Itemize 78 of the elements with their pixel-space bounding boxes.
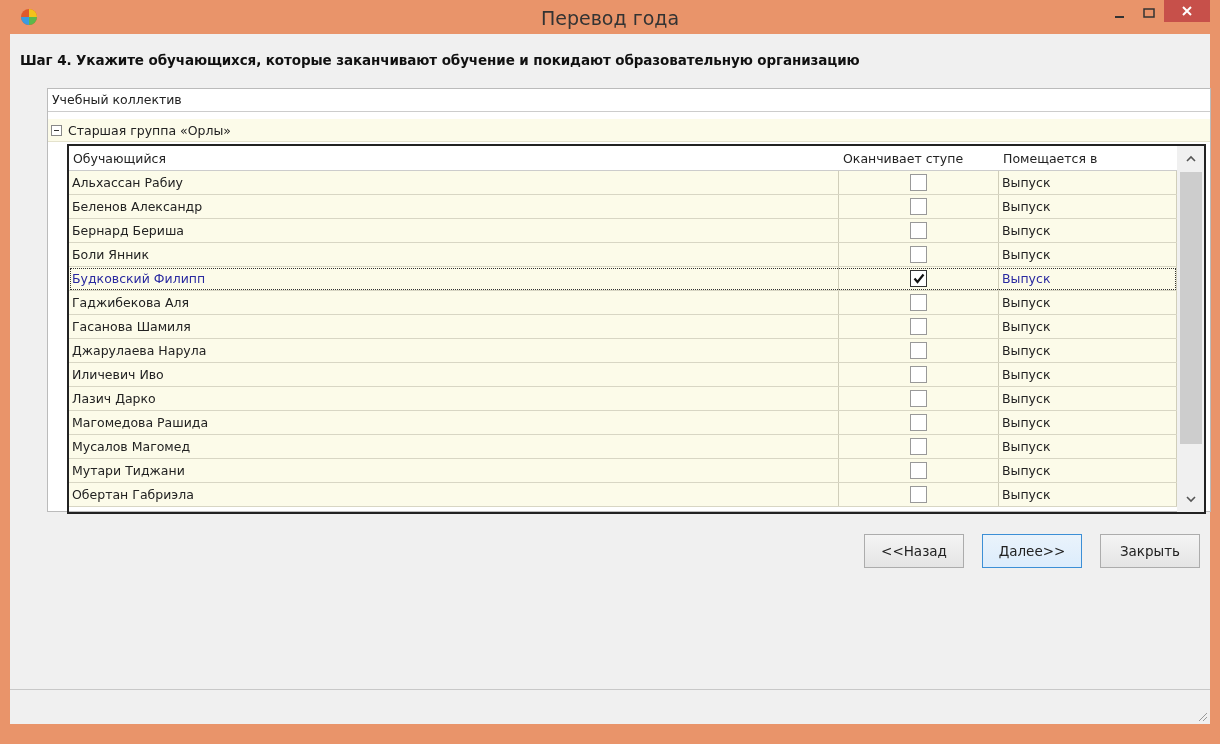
checkbox[interactable] — [910, 390, 927, 407]
student-name: Мусалов Магомед — [72, 439, 191, 454]
table-row[interactable]: Будковский Филипп Выпуск — [69, 267, 1177, 291]
student-name: Джарулаева Нарула — [72, 343, 207, 358]
app-logo-icon — [20, 8, 38, 26]
scroll-down-icon[interactable] — [1184, 494, 1197, 504]
student-name: Будковский Филипп — [72, 271, 206, 286]
destination-text: Выпуск — [1002, 199, 1051, 214]
checkbox[interactable] — [910, 438, 927, 455]
destination-text: Выпуск — [1002, 487, 1051, 502]
student-name: Лазич Дарко — [72, 391, 156, 406]
back-button[interactable]: <<Назад — [864, 534, 964, 568]
student-name: Обертан Габриэла — [72, 487, 194, 502]
destination-text: Выпуск — [1002, 415, 1051, 430]
minimize-icon — [1114, 16, 1124, 18]
maximize-icon — [1143, 8, 1155, 18]
column-header[interactable]: Обучающийся — [69, 146, 839, 170]
checkbox[interactable] — [910, 486, 927, 503]
destination-text: Выпуск — [1002, 463, 1051, 478]
checkbox[interactable] — [910, 414, 927, 431]
destination-text: Выпуск — [1002, 271, 1051, 286]
table-row[interactable]: Обертан Габриэла Выпуск — [69, 483, 1177, 507]
student-name: Альхассан Рабиу — [72, 175, 183, 190]
destination-text: Выпуск — [1002, 247, 1051, 262]
table-row[interactable]: Иличевич Иво Выпуск — [69, 363, 1177, 387]
destination-text: Выпуск — [1002, 439, 1051, 454]
destination-text: Выпуск — [1002, 223, 1051, 238]
close-icon — [1182, 6, 1192, 16]
table-row[interactable]: Бернард Бериша Выпуск — [69, 219, 1177, 243]
student-name: Беленов Александр — [72, 199, 203, 214]
checkmark-icon — [912, 273, 925, 284]
destination-text: Выпуск — [1002, 175, 1051, 190]
checkbox[interactable] — [910, 294, 927, 311]
next-button[interactable]: Далее>> — [982, 534, 1082, 568]
table-row[interactable]: Лазич Дарко Выпуск — [69, 387, 1177, 411]
checkbox[interactable] — [910, 366, 927, 383]
column-header: Учебный коллектив — [48, 89, 1210, 112]
close-dialog-button[interactable]: Закрыть — [1100, 534, 1200, 568]
scrollbar[interactable] — [1177, 146, 1204, 512]
checkbox[interactable] — [910, 222, 927, 239]
checkbox[interactable] — [910, 270, 927, 287]
column-header[interactable]: Помещается в — [999, 146, 1177, 170]
table-row[interactable]: Беленов Александр Выпуск — [69, 195, 1177, 219]
table-row[interactable]: Гаджибекова Аля Выпуск — [69, 291, 1177, 315]
table-row[interactable]: Гасанова Шамиля Выпуск — [69, 315, 1177, 339]
checkbox[interactable] — [910, 198, 927, 215]
group-label[interactable]: Старшая группа «Орлы» — [68, 122, 231, 138]
checkbox[interactable] — [910, 342, 927, 359]
table-row[interactable]: Мутари Тиджани Выпуск — [69, 459, 1177, 483]
checkbox[interactable] — [910, 174, 927, 191]
table-row[interactable]: Джарулаева Нарула Выпуск — [69, 339, 1177, 363]
step-heading: Шаг 4. Укажите обучающихся, которые заканчивают обучение и покидают образовательную организацию — [19, 51, 861, 70]
table-row[interactable]: Альхассан Рабиу Выпуск — [69, 171, 1177, 195]
destination-text: Выпуск — [1002, 319, 1051, 334]
table-row[interactable]: Магомедова Рашида Выпуск — [69, 411, 1177, 435]
close-button[interactable] — [1164, 0, 1210, 22]
destination-text: Выпуск — [1002, 367, 1051, 382]
column-header[interactable]: Оканчивает ступе — [839, 146, 999, 170]
student-name: Бернард Бериша — [72, 223, 184, 238]
collapse-toggle-icon[interactable] — [51, 124, 62, 136]
scroll-up-icon[interactable] — [1184, 154, 1197, 164]
scrollbar-thumb[interactable] — [1179, 172, 1202, 444]
table-row[interactable]: Мусалов Магомед Выпуск — [69, 435, 1177, 459]
window-title: Перевод года — [540, 7, 680, 29]
student-name: Иличевич Иво — [72, 367, 164, 382]
student-name: Гаджибекова Аля — [72, 295, 189, 310]
student-name: Боли Янник — [72, 247, 149, 262]
checkbox[interactable] — [910, 246, 927, 263]
resize-grip-icon — [1196, 710, 1208, 722]
student-name: Магомедова Рашида — [72, 415, 209, 430]
student-name: Гасанова Шамиля — [72, 319, 191, 334]
checkbox[interactable] — [910, 462, 927, 479]
destination-text: Выпуск — [1002, 343, 1051, 358]
destination-text: Выпуск — [1002, 391, 1051, 406]
student-name: Мутари Тиджани — [72, 463, 185, 478]
destination-text: Выпуск — [1002, 295, 1051, 310]
table-row[interactable]: Боли Янник Выпуск — [69, 243, 1177, 267]
checkbox[interactable] — [910, 318, 927, 335]
